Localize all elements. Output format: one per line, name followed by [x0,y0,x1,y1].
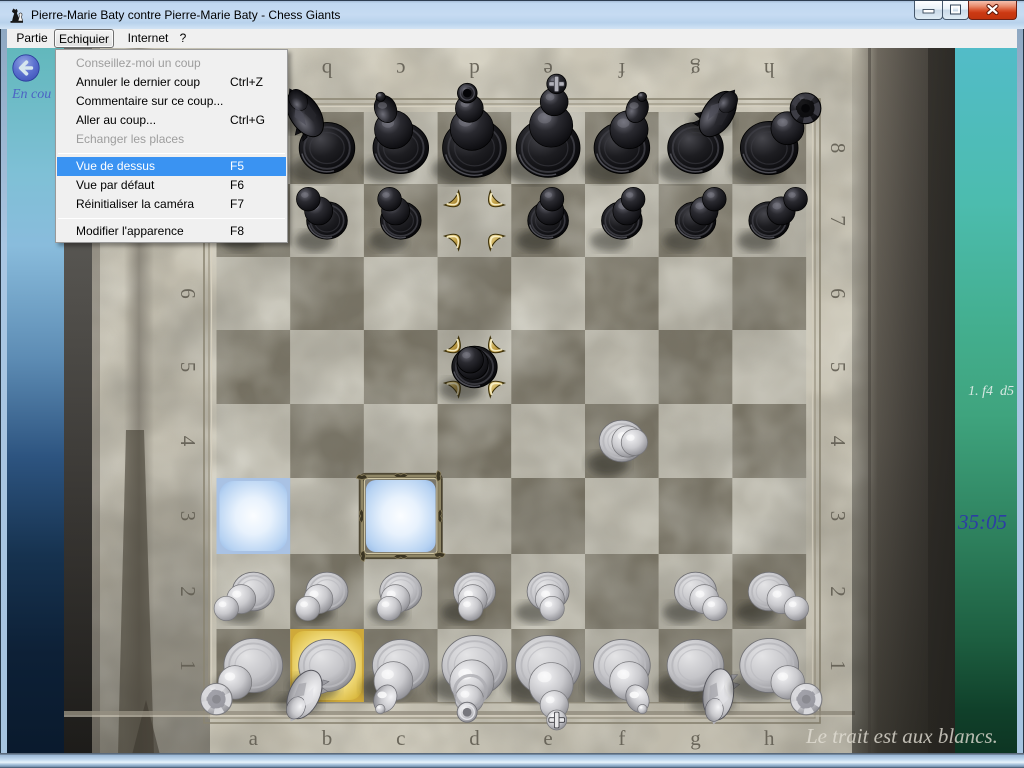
svg-text:8: 8 [826,143,850,154]
svg-text:7: 7 [826,215,850,226]
svg-text:4: 4 [176,436,200,447]
svg-text:2: 2 [826,586,850,597]
svg-text:2: 2 [176,586,200,597]
svg-text:3: 3 [176,511,200,522]
svg-text:f: f [618,58,625,82]
svg-text:6: 6 [826,288,850,299]
svg-text:1: 1 [826,660,850,671]
svg-text:d: d [469,726,480,750]
svg-text:b: b [322,58,333,82]
svg-text:g: g [690,726,701,750]
svg-text:6: 6 [176,288,200,299]
svg-text:f: f [618,726,625,750]
svg-text:5: 5 [176,362,200,373]
svg-text:g: g [690,58,701,82]
svg-text:b: b [322,726,333,750]
svg-text:3: 3 [826,511,850,522]
svg-text:h: h [763,58,774,82]
svg-text:1: 1 [176,660,200,671]
svg-text:e: e [543,726,552,750]
svg-text:5: 5 [826,362,850,373]
svg-text:4: 4 [826,436,850,447]
svg-text:d: d [469,58,480,82]
svg-text:c: c [396,726,405,750]
svg-text:c: c [396,58,405,82]
svg-text:a: a [249,726,259,750]
svg-text:h: h [764,726,775,750]
